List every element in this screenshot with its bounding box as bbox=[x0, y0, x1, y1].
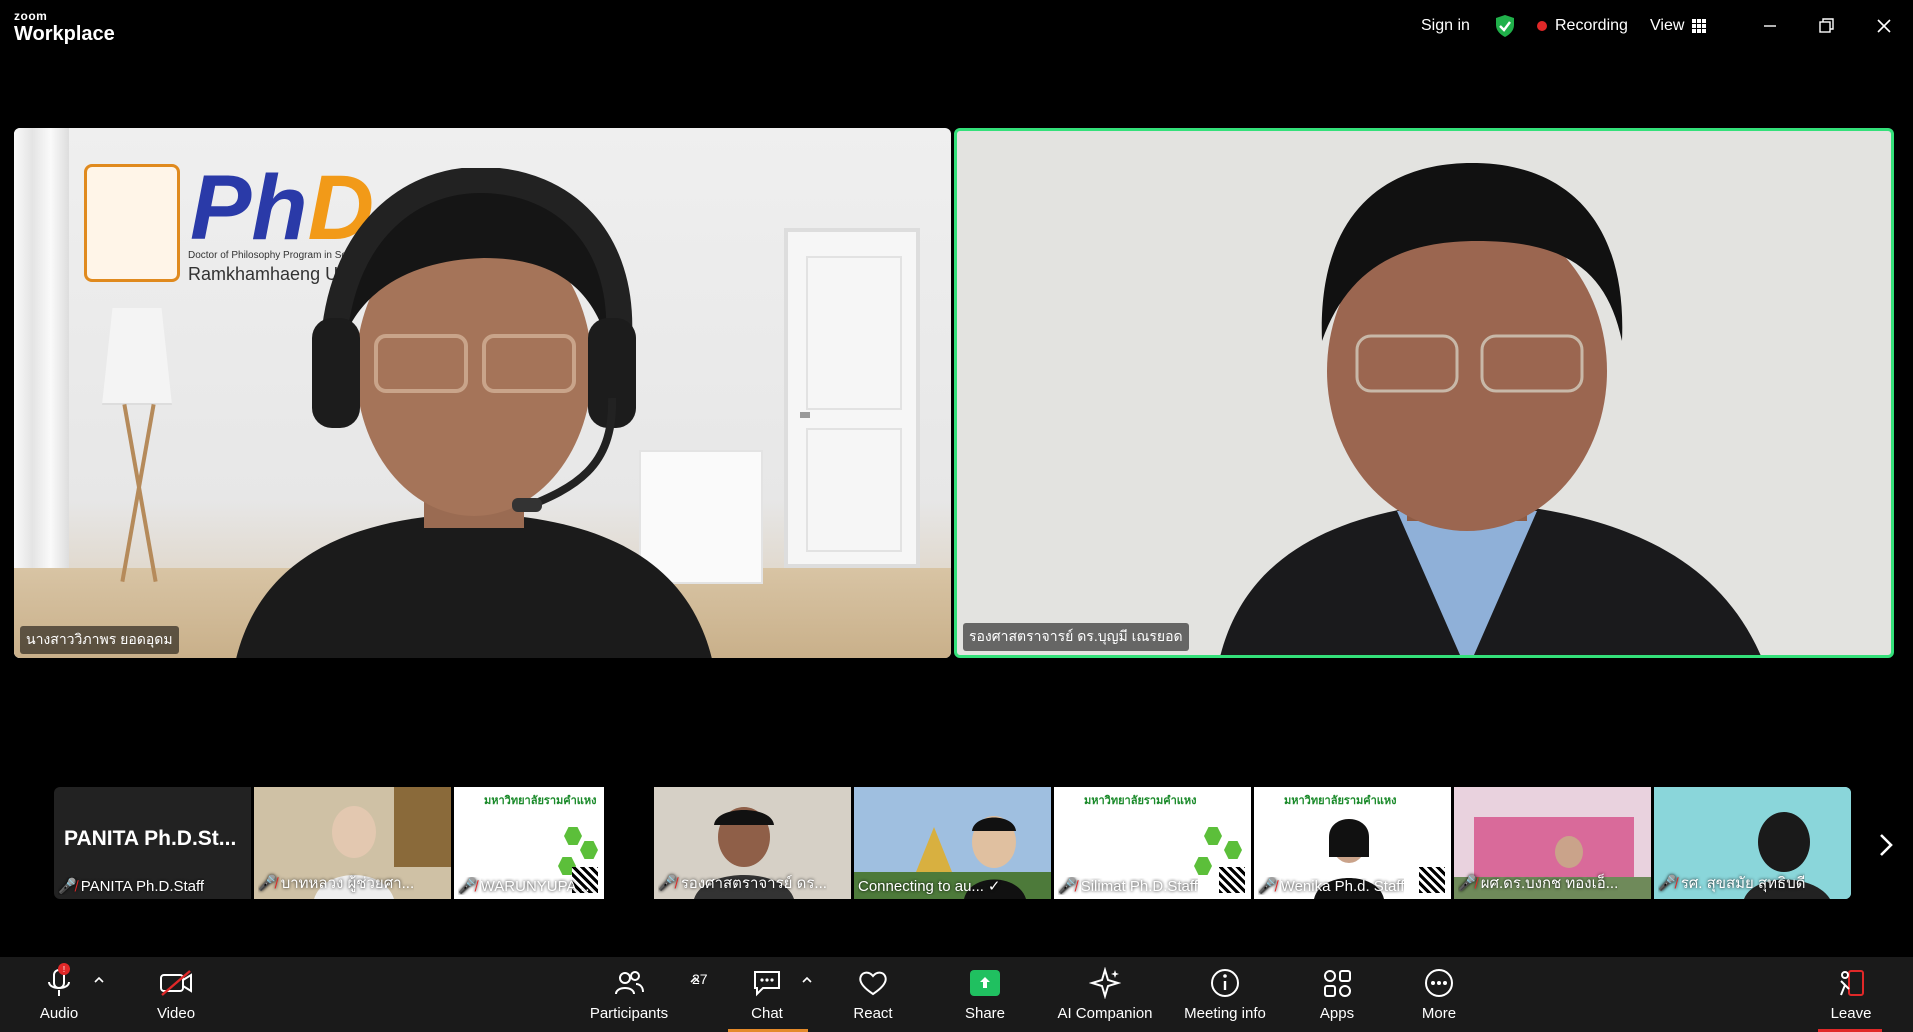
leave-icon bbox=[1835, 965, 1867, 1001]
meeting-toolbar: ! Audio Video 27 Participants Chat React bbox=[0, 957, 1913, 1032]
heart-icon bbox=[857, 965, 889, 1001]
info-icon bbox=[1209, 965, 1241, 1001]
recording-label: Recording bbox=[1555, 17, 1628, 34]
thumbnail-tile[interactable]: มหาวิทยาลัยรามคำแหง 🎤̸ Silimat Ph.D.Staff bbox=[1054, 787, 1251, 899]
participant-video-2 bbox=[1220, 162, 1761, 655]
thumbnail-tile[interactable]: 🎤̸ ผศ.ดร.บงกช ทองเอ็... bbox=[1454, 787, 1651, 899]
apps-label: Apps bbox=[1319, 1005, 1355, 1022]
meeting-info-button[interactable]: Meeting info bbox=[1170, 965, 1280, 1022]
share-label: Share bbox=[964, 1005, 1006, 1022]
minimize-icon[interactable] bbox=[1758, 14, 1782, 38]
thumbnail-label: 🎤̸ รองศาสตราจารย์ ดร... bbox=[658, 875, 827, 892]
app-logo: zoom Workplace bbox=[14, 10, 115, 44]
more-icon bbox=[1423, 965, 1455, 1001]
brand-workplace: Workplace bbox=[14, 23, 115, 45]
apps-button[interactable]: Apps bbox=[1282, 965, 1392, 1022]
thumbnail-label: Connecting to au... ✓ bbox=[858, 877, 1001, 896]
thumbnail-big-name: PANITA Ph.D.St... bbox=[64, 827, 237, 850]
thumbnail-label: 🎤̸ PANITA Ph.D.Staff bbox=[58, 877, 205, 896]
participant-name-label: นางสาววิภาพร ยอดอุดม bbox=[20, 626, 179, 654]
react-button[interactable]: React bbox=[818, 965, 928, 1022]
mic-muted-icon: 🎤̸ bbox=[58, 878, 77, 895]
participants-button[interactable]: 27 Participants bbox=[574, 965, 708, 1022]
mic-muted-icon: 🎤̸ bbox=[1058, 878, 1077, 895]
participant-thumbnail-strip: PANITA Ph.D.St... 🎤̸ PANITA Ph.D.Staff 🎤̸… bbox=[54, 787, 1854, 899]
slide-title: มหาวิทยาลัยรามคำแหง bbox=[484, 795, 597, 807]
microphone-icon: ! bbox=[44, 963, 74, 1001]
slide-title: มหาวิทยาลัยรามคำแหง bbox=[1084, 795, 1197, 807]
thumbnail-tile[interactable]: Connecting to au... ✓ bbox=[854, 787, 1051, 899]
leave-button[interactable]: Leave bbox=[1796, 965, 1906, 1022]
recording-dot-icon bbox=[1537, 21, 1547, 31]
mic-muted-icon: 🎤̸ bbox=[1658, 875, 1677, 892]
ai-companion-label: AI Companion bbox=[1057, 1005, 1153, 1022]
apps-icon bbox=[1321, 965, 1353, 1001]
thumbnail-tile[interactable]: PANITA Ph.D.St... 🎤̸ PANITA Ph.D.Staff bbox=[54, 787, 251, 899]
video-tile-1[interactable]: PhD Doctor of Philosophy Program in Soc … bbox=[14, 128, 951, 658]
mic-muted-icon: 🎤̸ bbox=[458, 878, 477, 895]
participants-label: Participants bbox=[589, 1005, 669, 1022]
share-button[interactable]: Share bbox=[930, 965, 1040, 1022]
door-decor bbox=[784, 228, 920, 568]
brand-zoom: zoom bbox=[14, 9, 48, 23]
sign-in-label: Sign in bbox=[1421, 17, 1470, 34]
restore-icon[interactable] bbox=[1814, 14, 1838, 38]
thumbnail-label: 🎤̸ รศ. สุขสมัย สุทธิบดี bbox=[1658, 875, 1806, 892]
mic-muted-icon: 🎤̸ bbox=[658, 875, 677, 892]
video-label: Video bbox=[156, 1005, 196, 1022]
thumbnail-label: 🎤̸ ผศ.ดร.บงกช ทองเอ็... bbox=[1458, 875, 1619, 892]
react-label: React bbox=[853, 1005, 893, 1022]
sparkle-icon bbox=[1089, 965, 1121, 1001]
video-tile-2-active-speaker[interactable]: รองศาสตราจารย์ ดร.บุญมี เณรยอด bbox=[954, 128, 1894, 658]
chevron-right-icon[interactable] bbox=[1876, 830, 1896, 865]
participants-icon: 27 bbox=[614, 965, 708, 1001]
audio-options-caret-icon[interactable] bbox=[92, 973, 106, 987]
sign-in-button[interactable]: Sign in bbox=[1421, 17, 1470, 35]
thumbnail-tile[interactable]: มหาวิทยาลัยรามคำแหง 🎤̸ WARUNYUPA Ph... bbox=[454, 787, 604, 899]
participant-video-1 bbox=[236, 168, 712, 658]
thumbnail-label: 🎤̸ บาทหลวง ผู้ช่วยศา... bbox=[258, 875, 415, 892]
recording-indicator[interactable]: Recording bbox=[1537, 17, 1628, 35]
video-button[interactable]: Video bbox=[121, 965, 231, 1022]
view-label: View bbox=[1650, 17, 1685, 34]
close-icon[interactable] bbox=[1872, 14, 1896, 38]
leave-label: Leave bbox=[1830, 1005, 1872, 1022]
view-button[interactable]: View bbox=[1650, 17, 1707, 35]
meeting-info-label: Meeting info bbox=[1184, 1005, 1266, 1022]
thumbnail-tile[interactable]: 🎤̸ รองศาสตราจารย์ ดร... bbox=[654, 787, 851, 899]
title-bar: zoom Workplace Sign in Recording View bbox=[0, 0, 1913, 56]
encryption-shield-icon[interactable] bbox=[1494, 14, 1516, 43]
mic-muted-icon: 🎤̸ bbox=[1458, 875, 1477, 892]
chat-label: Chat bbox=[751, 1005, 783, 1022]
chat-options-caret-icon[interactable] bbox=[800, 973, 814, 987]
mic-muted-icon: 🎤̸ bbox=[1258, 878, 1277, 895]
participants-options-caret-icon[interactable] bbox=[688, 973, 702, 987]
thumbnail-label: 🎤̸ WARUNYUPA Ph... bbox=[458, 877, 600, 896]
video-off-icon bbox=[158, 965, 194, 1001]
share-screen-icon bbox=[970, 965, 1000, 1001]
grid-icon bbox=[1692, 19, 1707, 33]
more-label: More bbox=[1421, 1005, 1457, 1022]
thumbnail-label: 🎤̸ Silimat Ph.D.Staff bbox=[1058, 877, 1198, 896]
participant-name-label: รองศาสตราจารย์ ดร.บุญมี เณรยอด bbox=[963, 623, 1189, 651]
thumbnail-tile[interactable]: 🎤̸ รศ. สุขสมัย สุทธิบดี bbox=[1654, 787, 1851, 899]
check-icon: ✓ bbox=[987, 878, 1001, 895]
chat-icon bbox=[751, 965, 783, 1001]
more-button[interactable]: More bbox=[1384, 965, 1494, 1022]
lamp-decor bbox=[102, 308, 172, 405]
mic-muted-icon: 🎤̸ bbox=[258, 875, 277, 892]
thumbnail-tile[interactable]: 🎤̸ บาทหลวง ผู้ช่วยศา... bbox=[254, 787, 451, 899]
audio-label: Audio bbox=[39, 1005, 79, 1022]
university-seal-icon bbox=[84, 164, 180, 282]
thumbnail-label: 🎤̸ Wenika Ph.d. Staff bbox=[1258, 877, 1405, 896]
thumbnail-tile[interactable]: มหาวิทยาลัยรามคำแหง 🎤̸ Wenika Ph.d. Staff bbox=[1254, 787, 1451, 899]
audio-alert-badge: ! bbox=[58, 963, 70, 975]
ai-companion-button[interactable]: AI Companion bbox=[1050, 965, 1160, 1022]
